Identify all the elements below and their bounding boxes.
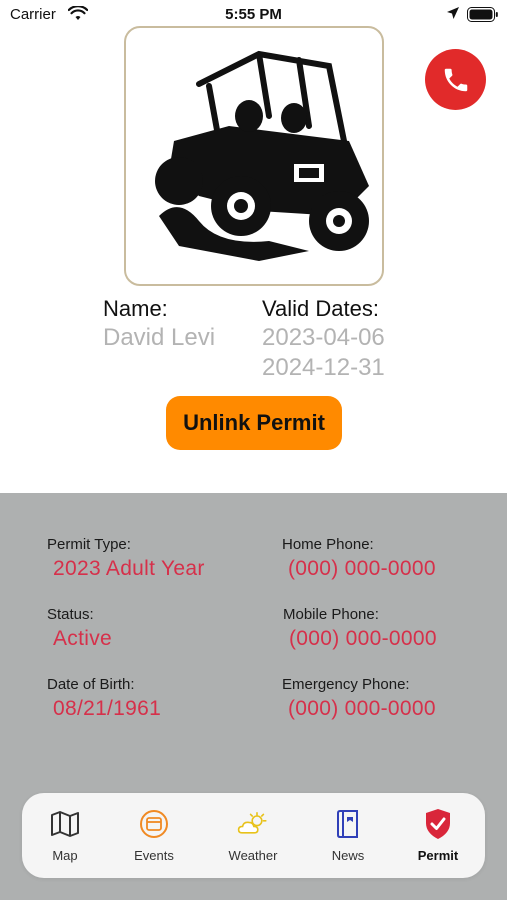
status-label: Status: (47, 606, 94, 623)
phone-icon (444, 68, 467, 91)
valid-date-start: 2023-04-06 (262, 324, 385, 351)
calendar-icon (138, 808, 170, 840)
tab-events[interactable]: Events (108, 793, 200, 878)
tab-permit[interactable]: Permit (392, 793, 484, 878)
tab-weather[interactable]: Weather (207, 793, 299, 878)
status-time: 5:55 PM (225, 6, 282, 23)
emergency-phone-label: Emergency Phone: (282, 676, 410, 693)
mobile-phone-value: (000) 000-0000 (289, 627, 437, 650)
status-value: Active (53, 627, 112, 650)
permit-type-label: Permit Type: (47, 536, 131, 553)
weather-sun-cloud-icon (237, 808, 269, 840)
battery-icon (467, 7, 499, 26)
name-label: Name: (103, 296, 168, 321)
map-icon (49, 808, 81, 840)
news-book-icon (332, 808, 364, 840)
permit-vehicle-image (124, 26, 384, 286)
valid-dates-label: Valid Dates: (262, 296, 379, 321)
tab-news[interactable]: News (302, 793, 394, 878)
tab-weather-label: Weather (228, 848, 278, 863)
date-of-birth-label: Date of Birth: (47, 676, 135, 693)
permit-type-value: 2023 Adult Year (53, 557, 205, 580)
location-arrow-icon (446, 6, 460, 24)
call-button[interactable] (425, 49, 486, 110)
tab-map-label: Map (52, 848, 78, 863)
shield-check-icon (422, 808, 454, 840)
utv-vehicle-icon (155, 50, 369, 261)
date-of-birth-value: 08/21/1961 (53, 697, 162, 720)
emergency-phone-value: (000) 000-0000 (288, 697, 436, 720)
tab-bar: Map Events Weather News Permit (22, 793, 485, 878)
tab-map[interactable]: Map (19, 793, 111, 878)
tab-events-label: Events (134, 848, 174, 863)
valid-date-end: 2024-12-31 (262, 354, 385, 381)
home-phone-label: Home Phone: (282, 536, 374, 553)
home-phone-value: (000) 000-0000 (288, 557, 436, 580)
mobile-phone-label: Mobile Phone: (283, 606, 379, 623)
unlink-permit-button[interactable]: Unlink Permit (166, 396, 342, 450)
tab-permit-label: Permit (417, 848, 459, 863)
name-value: David Levi (103, 324, 216, 351)
tab-news-label: News (331, 848, 365, 863)
